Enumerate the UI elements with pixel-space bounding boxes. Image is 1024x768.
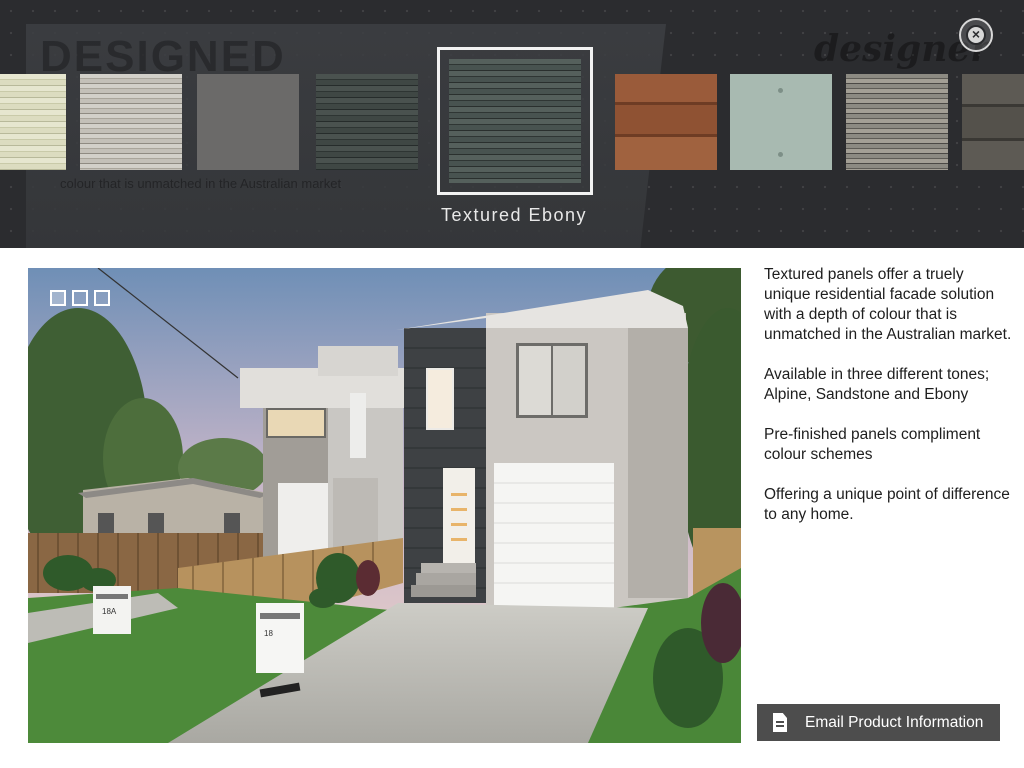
description-paragraph: Available in three different tones; Alpi… — [764, 366, 990, 403]
gallery-thumb-2[interactable] — [72, 290, 88, 306]
textured-ebony-texture — [449, 59, 581, 183]
product-description: Textured panels offer a truely unique re… — [764, 265, 1014, 545]
gallery-thumbnails — [50, 290, 110, 306]
close-icon: × — [966, 25, 986, 45]
swatch-grey-striped[interactable] — [80, 74, 182, 170]
gallery-thumb-1[interactable] — [50, 290, 66, 306]
swatch-cream-stacked[interactable] — [0, 74, 66, 170]
watermark-subtitle: colour that is unmatched in the Australi… — [60, 176, 342, 191]
description-paragraph: Textured panels offer a truely unique re… — [764, 266, 1012, 343]
house-illustration: 18A 18 — [28, 268, 741, 743]
mailbox-label-18: 18 — [264, 629, 273, 638]
gallery-thumb-3[interactable] — [94, 290, 110, 306]
swatch-timber-brown[interactable] — [615, 74, 717, 170]
swatch-flat-grey[interactable] — [197, 74, 299, 170]
swatch-textured-ebony-selected[interactable] — [437, 47, 593, 195]
email-button-label: Email Product Information — [805, 713, 984, 731]
description-paragraph: Offering a unique point of difference to… — [764, 486, 1010, 523]
selected-swatch-name: Textured Ebony — [440, 205, 588, 225]
swatch-dark-stone[interactable] — [316, 74, 418, 170]
fixing-dot — [778, 152, 783, 157]
mailbox-label-18a: 18A — [102, 607, 117, 616]
swatch-carousel: DESIGNED colour that is unmatched in the… — [0, 0, 1024, 248]
swatch-mixed-stone[interactable] — [846, 74, 948, 170]
close-button[interactable]: × — [959, 18, 993, 52]
description-paragraph: Pre-finished panels compliment colour sc… — [764, 426, 981, 463]
document-icon — [773, 713, 787, 732]
fixing-dot — [778, 88, 783, 93]
house-photo: 18A 18 — [28, 268, 741, 743]
swatch-sage-panel[interactable] — [730, 74, 832, 170]
email-product-information-button[interactable]: Email Product Information — [757, 704, 1000, 741]
swatch-dark-timber[interactable] — [962, 74, 1024, 170]
